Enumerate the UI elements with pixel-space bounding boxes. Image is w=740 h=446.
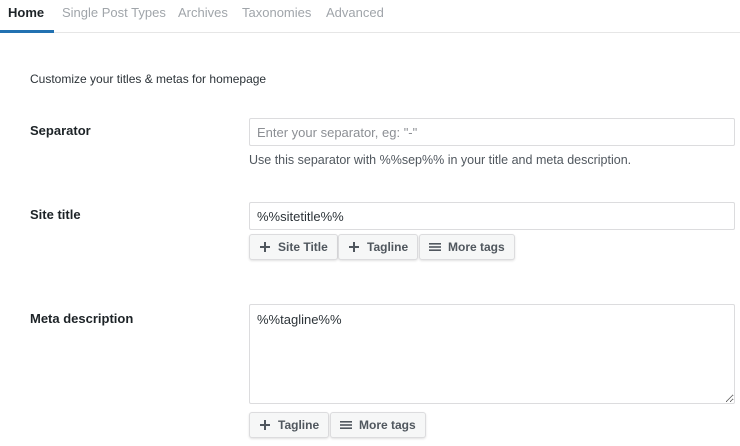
add-tagline-tag-button[interactable]: Tagline xyxy=(338,234,419,260)
tab-home[interactable]: Home xyxy=(8,4,44,22)
site-title-label: Site title xyxy=(30,207,81,222)
separator-input[interactable] xyxy=(249,118,735,146)
separator-label: Separator xyxy=(30,123,91,138)
more-tags-button[interactable]: More tags xyxy=(419,234,515,260)
tab-archives[interactable]: Archives xyxy=(178,4,228,22)
separator-help-text: Use this separator with %%sep%% in your … xyxy=(249,153,632,167)
plus-icon xyxy=(259,419,271,431)
add-tagline-tag-button[interactable]: Tagline xyxy=(249,412,330,438)
button-label: Tagline xyxy=(278,418,320,432)
tab-bar: Home Single Post Types Archives Taxonomi… xyxy=(0,0,740,33)
more-tags-button[interactable]: More tags xyxy=(330,412,426,438)
meta-description-label: Meta description xyxy=(30,311,134,326)
menu-icon xyxy=(429,241,441,253)
add-site-title-tag-button[interactable]: Site Title xyxy=(249,234,338,260)
tab-advanced[interactable]: Advanced xyxy=(326,4,384,22)
site-title-input[interactable] xyxy=(249,202,735,230)
button-label: More tags xyxy=(448,240,505,254)
meta-description-textarea[interactable] xyxy=(249,304,735,404)
plus-icon xyxy=(259,241,271,253)
menu-icon xyxy=(340,419,352,431)
tab-single-post-types[interactable]: Single Post Types xyxy=(62,4,166,22)
tab-taxonomies[interactable]: Taxonomies xyxy=(242,4,311,22)
button-label: Tagline xyxy=(367,240,409,254)
button-label: More tags xyxy=(359,418,416,432)
section-description: Customize your titles & metas for homepa… xyxy=(30,72,267,86)
plus-icon xyxy=(348,241,360,253)
active-tab-indicator xyxy=(0,30,54,33)
button-label: Site Title xyxy=(278,240,328,254)
